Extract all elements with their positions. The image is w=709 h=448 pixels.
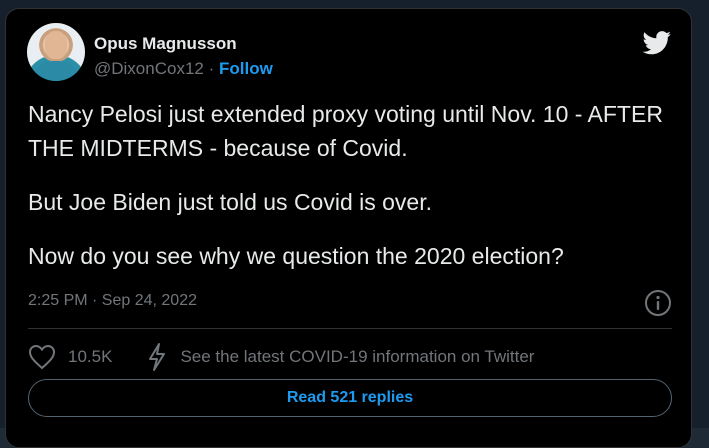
handle-row: @DixonCox12 · Follow (94, 59, 273, 79)
action-bar: 10.5K See the latest COVID-19 informatio… (28, 342, 534, 372)
author-handle[interactable]: @DixonCox12 (94, 59, 204, 78)
tweet-paragraph: Nancy Pelosi just extended proxy voting … (28, 101, 663, 161)
twitter-bird-icon[interactable] (642, 31, 672, 55)
read-replies-button[interactable]: Read 521 replies (28, 379, 672, 417)
heart-icon[interactable] (28, 344, 56, 370)
follow-button[interactable]: Follow (219, 59, 273, 78)
avatar-face (45, 31, 67, 59)
info-icon[interactable] (644, 289, 672, 317)
covid-info-link[interactable]: See the latest COVID-19 information on T… (180, 347, 534, 367)
tweet-card: Opus Magnusson @DixonCox12 · Follow Nanc… (5, 8, 692, 448)
tweet-paragraph: But Joe Biden just told us Covid is over… (28, 189, 432, 215)
tweet-text: Nancy Pelosi just extended proxy voting … (28, 97, 668, 293)
divider (28, 328, 672, 329)
avatar-body (35, 61, 77, 81)
page-background: Opus Magnusson @DixonCox12 · Follow Nanc… (0, 0, 709, 448)
lightning-bolt-icon (149, 343, 166, 371)
tweet-paragraph: Now do you see why we question the 2020 … (28, 243, 564, 269)
handle-separator: · (203, 59, 219, 78)
avatar[interactable] (27, 23, 85, 81)
tweet-timestamp[interactable]: 2:25 PM · Sep 24, 2022 (28, 292, 197, 310)
like-count[interactable]: 10.5K (68, 347, 112, 367)
author-name[interactable]: Opus Magnusson (94, 34, 237, 54)
